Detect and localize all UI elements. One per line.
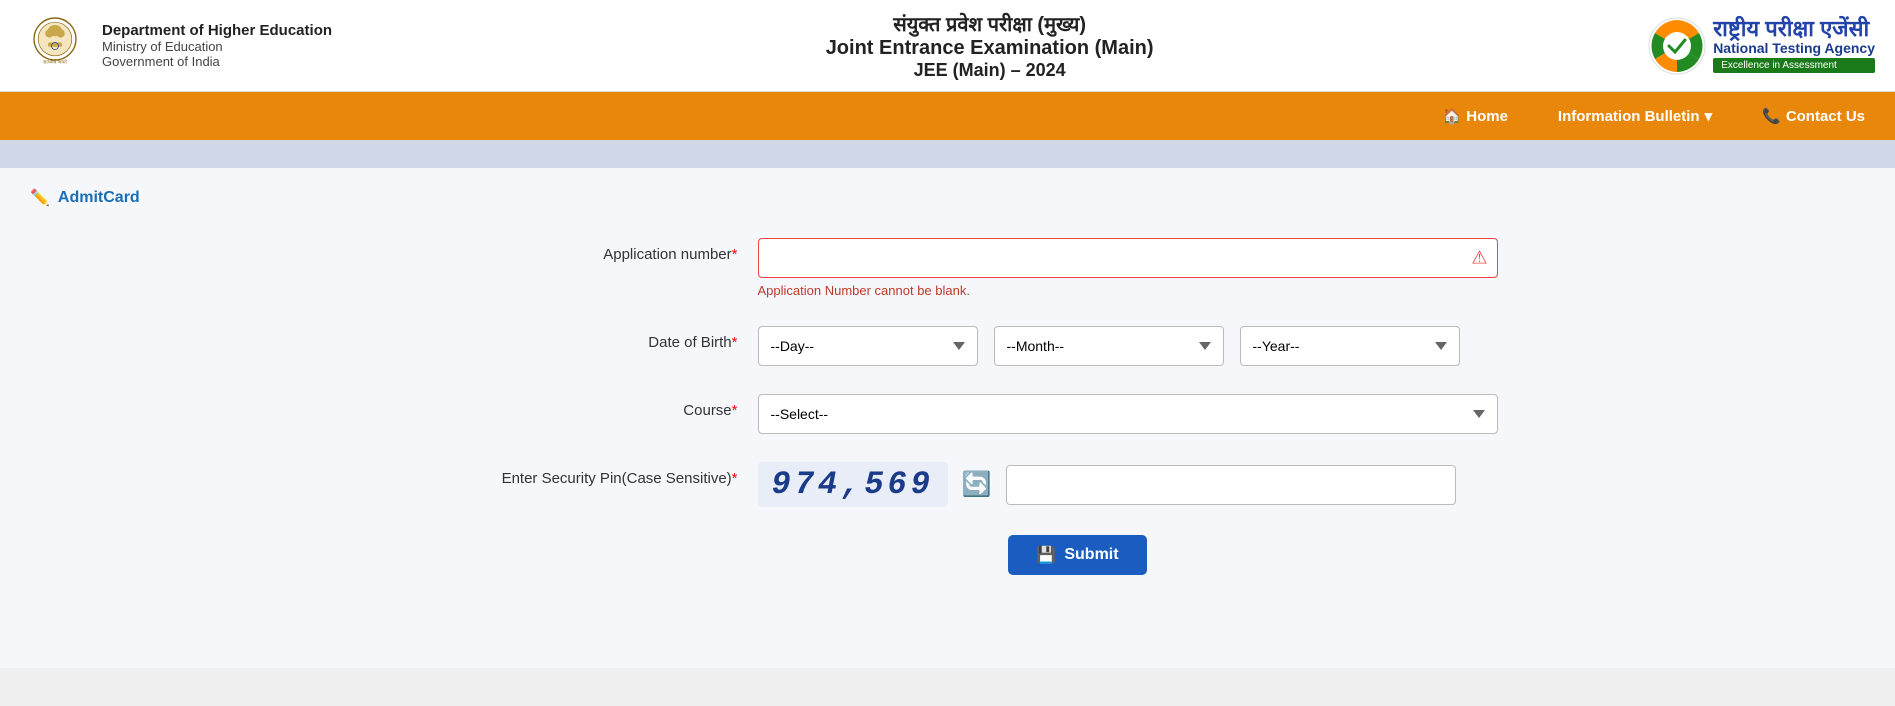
app-number-field: ⚠ Application Number cannot be blank. <box>758 238 1498 298</box>
india-emblem-icon: सत्यमेव जयते <box>20 11 90 81</box>
nta-logo: राष्ट्रीय परीक्षा एजेंसी National Testin… <box>1647 16 1875 76</box>
dept-info: Department of Higher Education Ministry … <box>102 22 332 69</box>
day-select[interactable]: --Day-- <box>758 326 978 366</box>
warning-icon: ⚠ <box>1471 248 1487 269</box>
nta-text-block: राष्ट्रीय परीक्षा एजेंसी National Testin… <box>1713 18 1875 73</box>
nav-home-label: Home <box>1466 108 1508 125</box>
course-row: Course* --Select-- <box>498 394 1398 434</box>
security-field: 974,569 🔄 <box>758 462 1456 507</box>
captcha-image: 974,569 <box>758 462 948 507</box>
submit-button[interactable]: 💾 Submit <box>1008 535 1146 575</box>
application-number-row: Application number* ⚠ Application Number… <box>498 238 1398 298</box>
dob-row: Date of Birth* --Day-- --Month-- --Year-… <box>498 326 1398 366</box>
dept-name-text: Department of Higher Education <box>102 22 332 39</box>
edit-icon: ✏️ <box>30 188 50 208</box>
nav-bulletin[interactable]: Information Bulletin ▾ <box>1548 95 1722 137</box>
govt-text: Government of India <box>102 54 332 69</box>
dob-selects: --Day-- --Month-- --Year-- <box>758 326 1460 366</box>
chevron-down-icon: ▾ <box>1705 107 1713 125</box>
security-row-inner: 974,569 🔄 <box>758 462 1456 507</box>
nta-tagline: Excellence in Assessment <box>1713 58 1875 73</box>
app-number-wrapper: ⚠ <box>758 238 1498 278</box>
nav-contact-label: Contact Us <box>1786 108 1865 125</box>
page-content: ✏️ AdmitCard Application number* ⚠ Appli… <box>0 168 1895 668</box>
header-left: सत्यमेव जयते Department of Higher Educat… <box>20 11 332 81</box>
month-select[interactable]: --Month-- <box>994 326 1224 366</box>
nav-bulletin-label: Information Bulletin <box>1558 108 1700 125</box>
navbar: 🏠 Home Information Bulletin ▾ 📞 Contact … <box>0 92 1895 140</box>
course-label: Course* <box>498 394 758 419</box>
header-right: राष्ट्रीय परीक्षा एजेंसी National Testin… <box>1647 16 1875 76</box>
security-pin-row: Enter Security Pin(Case Sensitive)* 974,… <box>498 462 1398 507</box>
security-label: Enter Security Pin(Case Sensitive)* <box>498 462 758 487</box>
submit-label: Submit <box>1064 546 1118 564</box>
hindi-title: संयुक्त प्रवेश परीक्षा (मुख्य) <box>332 10 1647 37</box>
course-field: --Select-- <box>758 394 1498 434</box>
submit-row: 💾 Submit <box>758 535 1398 575</box>
home-icon: 🏠 <box>1443 107 1462 125</box>
section-header: ✏️ AdmitCard <box>30 188 1865 208</box>
app-number-label: Application number* <box>498 238 758 263</box>
app-number-error: Application Number cannot be blank. <box>758 283 1498 298</box>
nta-english-name: National Testing Agency <box>1713 40 1875 56</box>
breadcrumb: AdmitCard <box>58 189 140 207</box>
header-center: संयुक्त प्रवेश परीक्षा (मुख्य) Joint Ent… <box>332 10 1647 81</box>
captcha-input[interactable] <box>1006 465 1456 505</box>
page-header: सत्यमेव जयते Department of Higher Educat… <box>0 0 1895 92</box>
save-icon: 💾 <box>1036 545 1056 565</box>
year-title: JEE (Main) – 2024 <box>332 60 1647 81</box>
refresh-captcha-icon[interactable]: 🔄 <box>962 470 992 499</box>
nav-contact[interactable]: 📞 Contact Us <box>1752 95 1875 137</box>
admit-card-form: Application number* ⚠ Application Number… <box>498 238 1398 575</box>
nta-brand-text: राष्ट्रीय परीक्षा एजेंसी <box>1713 18 1875 40</box>
subheader-bar <box>0 140 1895 168</box>
nav-home[interactable]: 🏠 Home <box>1433 95 1518 137</box>
ministry-text: Ministry of Education <box>102 39 332 54</box>
course-select[interactable]: --Select-- <box>758 394 1498 434</box>
english-title: Joint Entrance Examination (Main) <box>332 37 1647 60</box>
nta-logo-icon <box>1647 16 1707 76</box>
dob-label: Date of Birth* <box>498 326 758 351</box>
application-number-input[interactable] <box>758 238 1498 278</box>
phone-icon: 📞 <box>1762 107 1781 125</box>
dob-field: --Day-- --Month-- --Year-- <box>758 326 1460 366</box>
year-select[interactable]: --Year-- <box>1240 326 1460 366</box>
